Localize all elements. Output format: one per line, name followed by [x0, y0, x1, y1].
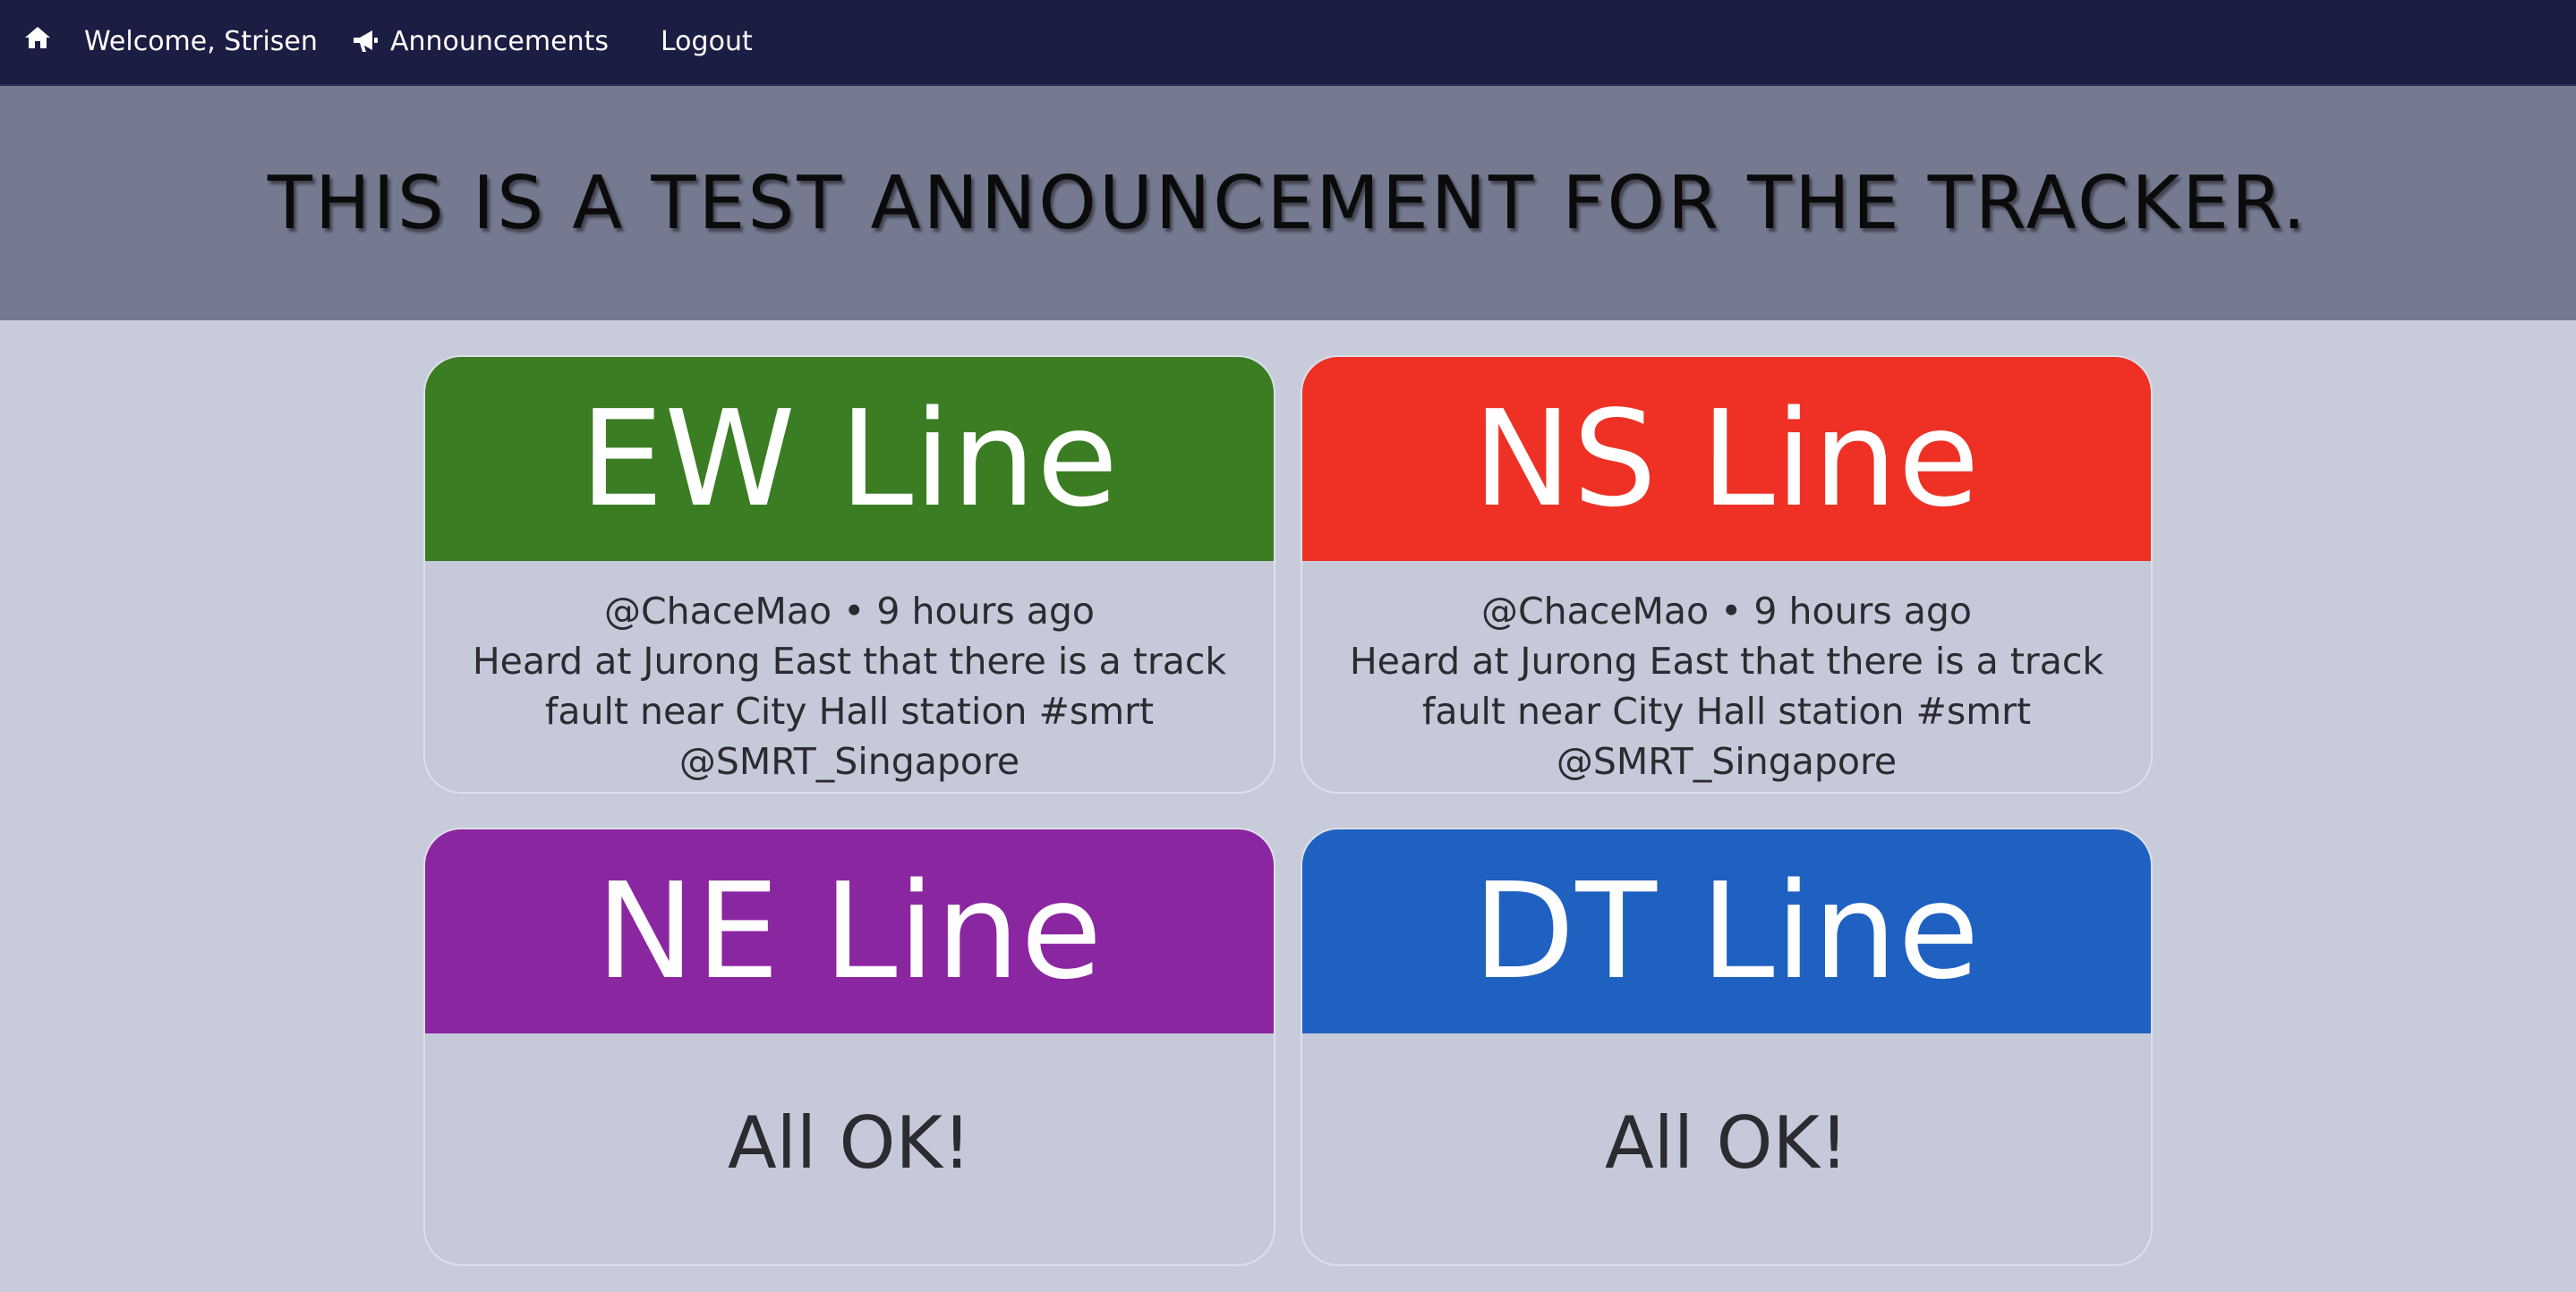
line-card-header: DT Line [1302, 829, 2151, 1033]
announcements-label: Announcements [390, 25, 609, 57]
logout-link[interactable]: Logout [661, 0, 753, 82]
report-message: Heard at Jurong East that there is a tra… [472, 640, 1227, 783]
line-card-ne: NE Line All OK! [423, 828, 1275, 1266]
announcement-text: THIS IS A TEST ANNOUNCEMENT FOR THE TRAC… [267, 160, 2309, 246]
announcements-link[interactable]: Announcements [351, 0, 609, 82]
report-meta: @ChaceMao • 9 hours ago [604, 590, 1095, 633]
line-card-ew: EW Line @ChaceMao • 9 hours ago Heard at… [423, 355, 1275, 794]
line-card-header: EW Line [425, 357, 1274, 561]
welcome-text: Welcome, Strisen [84, 25, 318, 57]
line-card-body: @ChaceMao • 9 hours ago Heard at Jurong … [1302, 561, 2151, 786]
top-navbar: Welcome, Strisen Announcements Logout [0, 0, 2576, 86]
line-card-dt: DT Line All OK! [1301, 828, 2153, 1266]
status-ok-text: All OK! [1604, 1101, 1849, 1185]
report-message: Heard at Jurong East that there is a tra… [1349, 640, 2104, 783]
line-card-header: NS Line [1302, 357, 2151, 561]
line-card-body: @ChaceMao • 9 hours ago Heard at Jurong … [425, 561, 1274, 786]
home-icon [23, 25, 52, 57]
report-meta: @ChaceMao • 9 hours ago [1481, 590, 1972, 633]
megaphone-icon [351, 28, 380, 55]
announcement-banner: THIS IS A TEST ANNOUNCEMENT FOR THE TRAC… [0, 86, 2576, 320]
line-card-ns: NS Line @ChaceMao • 9 hours ago Heard at… [1301, 355, 2153, 794]
home-link[interactable] [23, 0, 52, 82]
line-card-header: NE Line [425, 829, 1274, 1033]
status-ok-text: All OK! [727, 1101, 972, 1185]
